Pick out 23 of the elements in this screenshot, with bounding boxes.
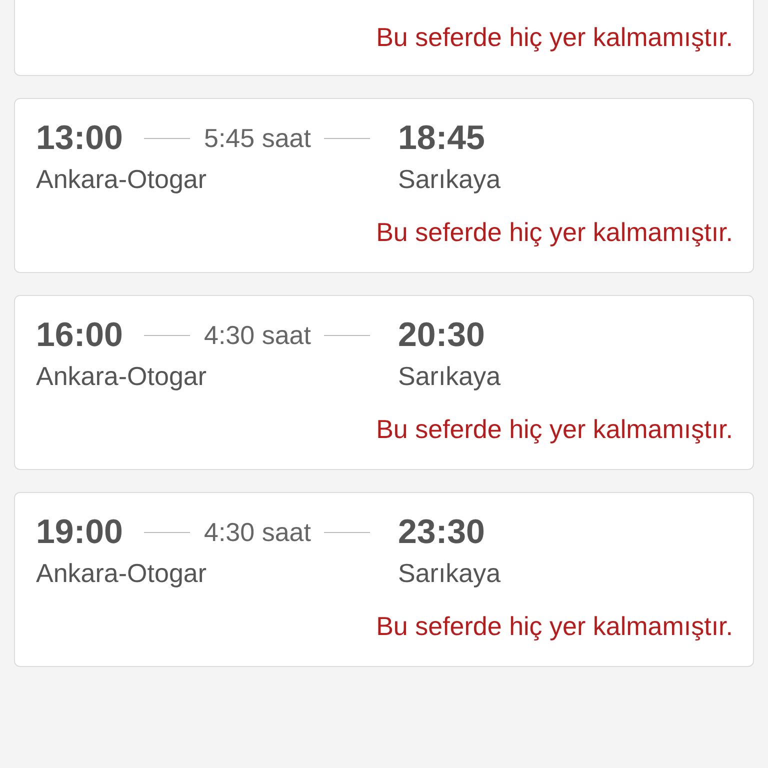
trip-card[interactable]: 16:00 4:30 saat 20:30 Ankara-Otogar Sarıkaya Bu seferde hiç yer kalmamıştır.: [14, 295, 754, 470]
trip-duration: 5:45 saat: [204, 122, 311, 154]
departure-station: Ankara-Otogar: [36, 164, 208, 194]
trip-duration: 4:30 saat: [204, 516, 311, 548]
trip-duration: 4:30 saat: [204, 320, 311, 350]
arrival-time: 20:30: [398, 316, 486, 354]
departure-time: 13:00: [36, 118, 124, 158]
departure-time: 16:00: [36, 316, 124, 354]
arrival-station: Sarıkaya: [398, 360, 501, 392]
sold-out-notice: Bu seferde hiç yer kalmamıştır.: [376, 414, 733, 444]
sold-out-notice: Bu seferde hiç yer kalmamıştır.: [376, 217, 733, 247]
arrival-station: Sarıkaya: [398, 558, 501, 588]
arrival-time: 23:30: [398, 512, 486, 552]
departure-station: Ankara-Otogar: [36, 558, 208, 588]
arrival-time: 18:45: [398, 118, 486, 158]
departure-station: Ankara-Otogar: [36, 360, 208, 392]
sold-out-notice: Bu seferde hiç yer kalmamıştır.: [376, 22, 733, 52]
trip-card[interactable]: Bu seferde hiç yer kalmamıştır.: [14, 0, 754, 76]
sold-out-notice: Bu seferde hiç yer kalmamıştır.: [376, 611, 733, 641]
arrival-station: Sarıkaya: [398, 164, 501, 194]
trip-card[interactable]: 13:00 5:45 saat 18:45 Ankara-Otogar Sarıkaya Bu seferde hiç yer kalmamıştır.: [14, 98, 754, 273]
trip-card[interactable]: 19:00 4:30 saat 23:30 Ankara-Otogar Sarıkaya Bu seferde hiç yer kalmamıştır.: [14, 492, 754, 667]
departure-time: 19:00: [36, 512, 124, 552]
